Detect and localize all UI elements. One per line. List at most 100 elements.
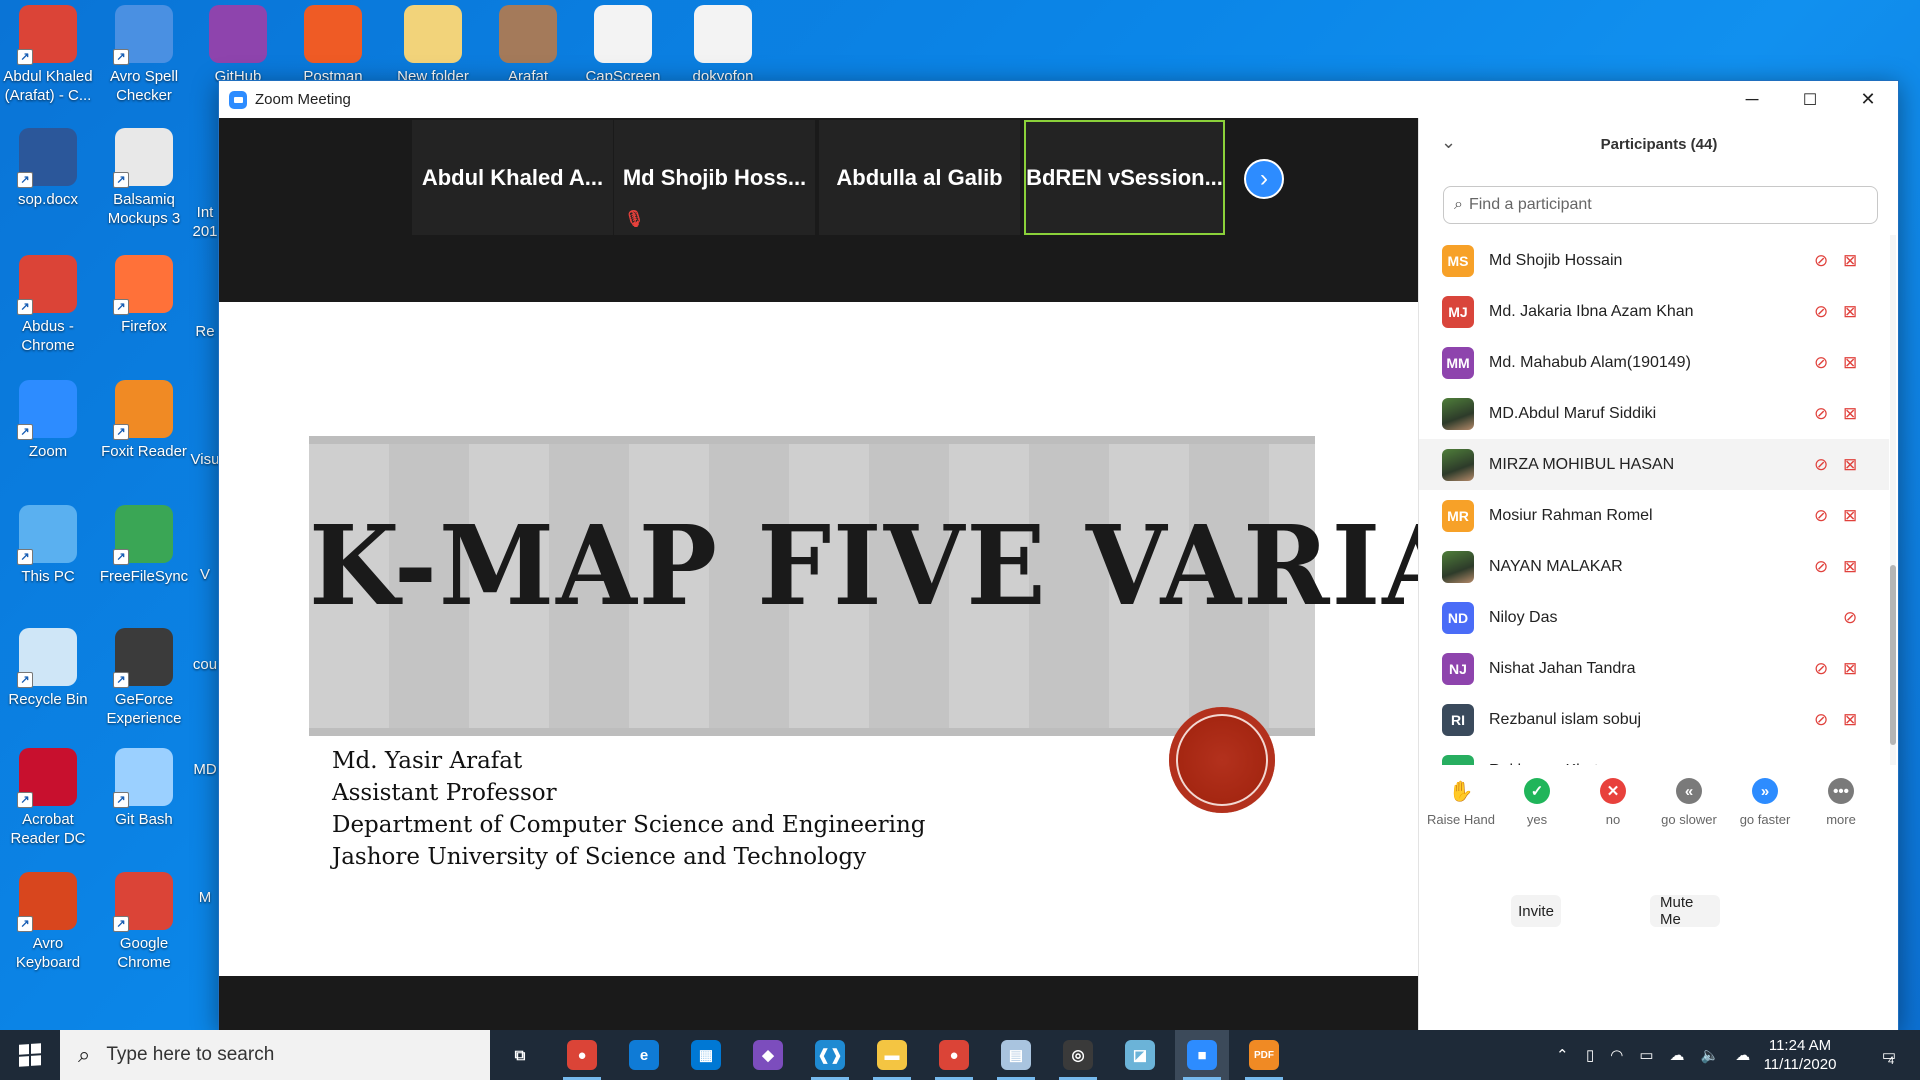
taskbar-app-foxit-reader[interactable]: PDF xyxy=(1237,1030,1291,1080)
desktop-icon[interactable]: ↗ Git Bash xyxy=(96,748,192,829)
notification-center-button[interactable]: ▭ 4 xyxy=(1868,1030,1908,1080)
mute-me-button[interactable]: Mute Me xyxy=(1650,894,1720,928)
desktop-icon[interactable]: ↗ Google Chrome xyxy=(96,872,192,972)
raise-hand-button[interactable]: ✋ Raise Hand xyxy=(1423,778,1499,828)
yes-check-button[interactable]: ✓ yes xyxy=(1499,778,1575,827)
video-off-icon[interactable]: ⊠ xyxy=(1843,506,1857,526)
battery-icon[interactable]: ▭ xyxy=(1639,1046,1653,1064)
window-titlebar[interactable]: Zoom Meeting ─ ☐ ✕ xyxy=(219,81,1898,118)
onedrive-icon[interactable]: ☁ xyxy=(1670,1046,1685,1064)
video-off-icon[interactable]: ⊠ xyxy=(1843,455,1857,475)
video-tile[interactable]: BdREN vSession... xyxy=(1024,120,1225,235)
mic-muted-icon[interactable]: ⊘ xyxy=(1814,761,1828,766)
participant-row[interactable]: MIRZA MOHIBUL HASAN ⊘ ⊠ xyxy=(1419,439,1889,490)
video-off-icon[interactable]: ⊠ xyxy=(1843,659,1857,679)
participant-row[interactable]: MJ Md. Jakaria Ibna Azam Khan ⊘ ⊠ xyxy=(1419,286,1889,337)
desktop-icon[interactable]: ↗ Avro Spell Checker xyxy=(96,5,192,105)
taskbar-app-task-view[interactable]: ⧉ xyxy=(493,1030,547,1080)
taskbar-app-visual-studio[interactable]: ◆ xyxy=(741,1030,795,1080)
desktop-icon[interactable]: ↗ Abdus - Chrome xyxy=(0,255,96,355)
taskbar-app-obs[interactable]: ◎ xyxy=(1051,1030,1105,1080)
desktop-icon[interactable]: ↗ Zoom xyxy=(0,380,96,461)
mic-muted-icon[interactable]: ⊘ xyxy=(1814,506,1828,526)
mic-muted-icon[interactable]: ⊘ xyxy=(1814,302,1828,322)
next-page-button[interactable]: › xyxy=(1244,159,1284,199)
mic-muted-icon[interactable]: ⊘ xyxy=(1814,404,1828,424)
desktop-icon-top[interactable]: New folder xyxy=(385,5,481,86)
participant-row[interactable]: MS Md Shojib Hossain ⊘ ⊠ xyxy=(1419,235,1889,286)
participant-search[interactable]: ⌕ xyxy=(1443,186,1878,224)
tablet-icon[interactable]: ▯ xyxy=(1586,1046,1594,1064)
mic-muted-icon[interactable]: ⊘ xyxy=(1814,251,1828,271)
participant-row[interactable]: RK Rukhsana Khatun ⊘ ⊠ xyxy=(1419,745,1889,765)
participant-row[interactable]: MR Mosiur Rahman Romel ⊘ ⊠ xyxy=(1419,490,1889,541)
participant-list-scrollbar[interactable] xyxy=(1890,235,1896,765)
desktop-icon[interactable]: ↗ Abdul Khaled (Arafat) - C... xyxy=(0,5,96,105)
desktop-icon-top[interactable]: Arafat xyxy=(480,5,576,86)
go-slower-button[interactable]: « go slower xyxy=(1651,778,1727,827)
desktop-icon[interactable]: ↗ Avro Keyboard xyxy=(0,872,96,972)
desktop-icon[interactable]: ↗ Acrobat Reader DC xyxy=(0,748,96,848)
video-off-icon[interactable]: ⊠ xyxy=(1843,557,1857,577)
mic-muted-icon[interactable]: ⊘ xyxy=(1814,659,1828,679)
close-button[interactable]: ✕ xyxy=(1839,81,1897,118)
desktop-icon[interactable]: ↗ Balsamiq Mockups 3 xyxy=(96,128,192,228)
mic-muted-icon[interactable]: ⊘ xyxy=(1814,557,1828,577)
wifi-icon[interactable]: ◠ xyxy=(1610,1046,1623,1064)
participant-row[interactable]: MM Md. Mahabub Alam(190149) ⊘ ⊠ xyxy=(1419,337,1889,388)
cloud-upload-icon[interactable]: ☁ xyxy=(1735,1046,1750,1064)
more-button[interactable]: ••• more xyxy=(1803,778,1879,827)
desktop-icon-top[interactable]: GitHub xyxy=(190,5,286,86)
video-off-icon[interactable]: ⊠ xyxy=(1843,710,1857,730)
desktop-icon-top[interactable]: dokyofon xyxy=(675,5,771,86)
volume-icon[interactable]: 🔈 xyxy=(1701,1046,1720,1064)
taskbar-app-file-app[interactable]: ▤ xyxy=(989,1030,1043,1080)
taskbar-app-chrome-profile[interactable]: ● xyxy=(555,1030,609,1080)
desktop-icon[interactable]: ↗ FreeFileSync xyxy=(96,505,192,586)
participant-row[interactable]: RI Rezbanul islam sobuj ⊘ ⊠ xyxy=(1419,694,1889,745)
start-button[interactable] xyxy=(0,1030,60,1080)
participant-list[interactable]: MS Md Shojib Hossain ⊘ ⊠ MJ Md. Jakaria Ibna … xyxy=(1419,235,1889,765)
invite-button[interactable]: Invite xyxy=(1511,895,1561,927)
video-off-icon[interactable]: ⊠ xyxy=(1843,251,1857,271)
taskbar-app-microsoft-store[interactable]: ▦ xyxy=(679,1030,733,1080)
video-off-icon[interactable]: ⊠ xyxy=(1843,353,1857,373)
desktop-icon[interactable]: ↗ GeForce Experience xyxy=(96,628,192,728)
desktop-icon[interactable]: ↗ Foxit Reader xyxy=(96,380,192,461)
maximize-button[interactable]: ☐ xyxy=(1781,81,1839,118)
participant-row[interactable]: NJ Nishat Jahan Tandra ⊘ ⊠ xyxy=(1419,643,1889,694)
taskbar-search-box[interactable]: ⌕ Type here to search xyxy=(60,1030,490,1080)
no-x-button[interactable]: ✕ no xyxy=(1575,778,1651,827)
video-off-icon[interactable]: ⊠ xyxy=(1843,761,1857,766)
taskbar-app-edge[interactable]: e xyxy=(617,1030,671,1080)
taskbar-app-zoom[interactable]: ■ xyxy=(1175,1030,1229,1080)
desktop-icon[interactable]: ↗ This PC xyxy=(0,505,96,586)
mic-muted-icon[interactable]: ⊘ xyxy=(1814,710,1828,730)
desktop-icon[interactable]: ↗ Recycle Bin xyxy=(0,628,96,709)
taskbar-app-chrome[interactable]: ● xyxy=(927,1030,981,1080)
mic-muted-icon[interactable]: ⊘ xyxy=(1843,608,1857,628)
taskbar-clock[interactable]: 11:24 AM 11/11/2020 xyxy=(1750,1036,1850,1074)
participant-row[interactable]: MD.Abdul Maruf Siddiki ⊘ ⊠ xyxy=(1419,388,1889,439)
video-off-icon[interactable]: ⊠ xyxy=(1843,302,1857,322)
participant-row[interactable]: ND Niloy Das ⊘ xyxy=(1419,592,1889,643)
scrollbar-thumb[interactable] xyxy=(1890,565,1896,745)
minimize-button[interactable]: ─ xyxy=(1723,81,1781,118)
go-faster-button[interactable]: » go faster xyxy=(1727,778,1803,827)
mic-muted-icon[interactable]: ⊘ xyxy=(1814,353,1828,373)
taskbar-app-vscode[interactable]: ❰❱ xyxy=(803,1030,857,1080)
tray-overflow-chevron-icon[interactable]: ⌃ xyxy=(1556,1030,1569,1080)
video-tile[interactable]: Md Shojib Hoss... 🎙 xyxy=(614,120,815,235)
taskbar-app-snipping-tool[interactable]: ◪ xyxy=(1113,1030,1167,1080)
participant-search-input[interactable] xyxy=(1468,196,1849,214)
mic-muted-icon[interactable]: ⊘ xyxy=(1814,455,1828,475)
video-tile[interactable]: Abdulla al Galib xyxy=(819,120,1020,235)
video-off-icon[interactable]: ⊠ xyxy=(1843,404,1857,424)
participant-row[interactable]: NAYAN MALAKAR ⊘ ⊠ xyxy=(1419,541,1889,592)
desktop-icon[interactable]: ↗ Firefox xyxy=(96,255,192,336)
desktop-icon[interactable]: ↗ sop.docx xyxy=(0,128,96,209)
desktop-icon-top[interactable]: CapScreen xyxy=(575,5,671,86)
taskbar-app-file-explorer[interactable]: ▬ xyxy=(865,1030,919,1080)
desktop-icon-top[interactable]: Postman xyxy=(285,5,381,86)
video-tile[interactable]: Abdul Khaled A... xyxy=(412,120,613,235)
